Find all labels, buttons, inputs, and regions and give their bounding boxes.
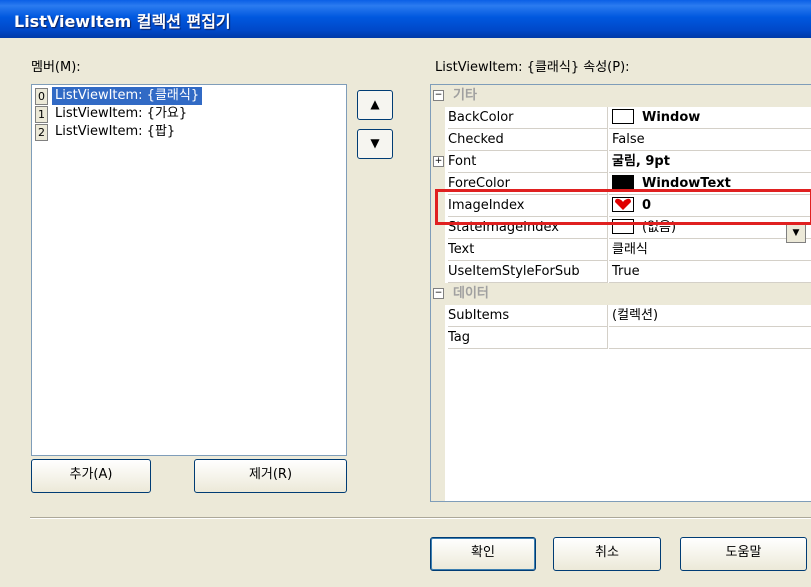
expand-icon[interactable]: + — [433, 156, 444, 167]
arrow-up-icon: ▲ — [370, 97, 380, 111]
window-title: ListViewItem 컬렉션 편집기 — [14, 12, 231, 31]
help-button[interactable]: 도움말 — [680, 537, 807, 571]
highlight-box — [435, 189, 811, 225]
property-name: SubItems — [448, 305, 608, 327]
list-item[interactable]: 0 ListViewItem: {클래식} — [34, 87, 346, 105]
property-value[interactable]: 굴림, 9pt — [609, 151, 811, 173]
properties-label: ListViewItem: {클래식} 속성(P): — [435, 60, 630, 75]
add-button[interactable]: 추가(A) — [31, 459, 151, 493]
property-name: Text — [448, 239, 608, 261]
property-row-checked[interactable]: Checked False — [431, 129, 811, 151]
item-index: 0 — [35, 88, 48, 105]
property-row-tag[interactable]: Tag — [431, 327, 811, 349]
property-value[interactable]: True — [609, 261, 811, 283]
property-name: Checked — [448, 129, 608, 151]
property-value[interactable]: 클래식 — [609, 239, 811, 261]
color-swatch-icon — [612, 109, 634, 124]
dropdown-arrow-icon[interactable]: ▼ — [786, 224, 806, 243]
property-name: UseItemStyleForSub — [448, 261, 608, 283]
list-item[interactable]: 1 ListViewItem: {가요} — [34, 105, 346, 123]
property-name: Font — [448, 151, 608, 173]
item-text: ListViewItem: {클래식} — [52, 87, 203, 105]
arrow-down-icon: ▼ — [370, 136, 380, 150]
collapse-icon[interactable]: − — [433, 288, 444, 299]
property-row-subitems[interactable]: SubItems (컬렉션) — [431, 305, 811, 327]
item-index: 1 — [35, 106, 48, 123]
cancel-button[interactable]: 취소 — [553, 537, 661, 571]
members-label: 멤버(M): — [31, 60, 81, 75]
category-label: 기타 — [453, 88, 477, 103]
color-swatch-icon — [612, 175, 634, 190]
ok-button[interactable]: 확인 — [430, 537, 536, 571]
property-row-backcolor[interactable]: BackColor Window — [431, 107, 811, 129]
property-grid[interactable]: − 기타 BackColor Window Checked False + Fo… — [430, 84, 811, 502]
property-row-useitemstyle[interactable]: UseItemStyleForSub True — [431, 261, 811, 283]
property-name: Tag — [448, 327, 608, 349]
title-bar[interactable]: ListViewItem 컬렉션 편집기 — [0, 0, 811, 38]
property-name: BackColor — [448, 107, 608, 129]
category-label: 데이터 — [453, 286, 489, 301]
item-text: ListViewItem: {팝} — [55, 124, 176, 139]
category-data[interactable]: − 데이터 — [431, 283, 811, 305]
collection-editor-window: ListViewItem 컬렉션 편집기 멤버(M): 0 ListViewIt… — [0, 0, 811, 587]
move-up-button[interactable]: ▲ — [357, 90, 393, 120]
separator — [30, 517, 811, 519]
property-value[interactable]: Window — [609, 107, 811, 129]
property-row-font[interactable]: + Font 굴림, 9pt — [431, 151, 811, 173]
property-value[interactable]: (컬렉션) — [609, 305, 811, 327]
list-item[interactable]: 2 ListViewItem: {팝} — [34, 123, 346, 141]
property-value[interactable] — [609, 327, 811, 349]
category-misc[interactable]: − 기타 — [431, 85, 811, 107]
members-list[interactable]: 0 ListViewItem: {클래식} 1 ListViewItem: {가… — [31, 84, 347, 456]
remove-button[interactable]: 제거(R) — [194, 459, 347, 493]
property-value[interactable]: False — [609, 129, 811, 151]
move-down-button[interactable]: ▼ — [357, 129, 393, 159]
item-index: 2 — [35, 124, 48, 141]
property-row-text[interactable]: Text 클래식 — [431, 239, 811, 261]
collapse-icon[interactable]: − — [433, 90, 444, 101]
item-text: ListViewItem: {가요} — [55, 106, 188, 121]
